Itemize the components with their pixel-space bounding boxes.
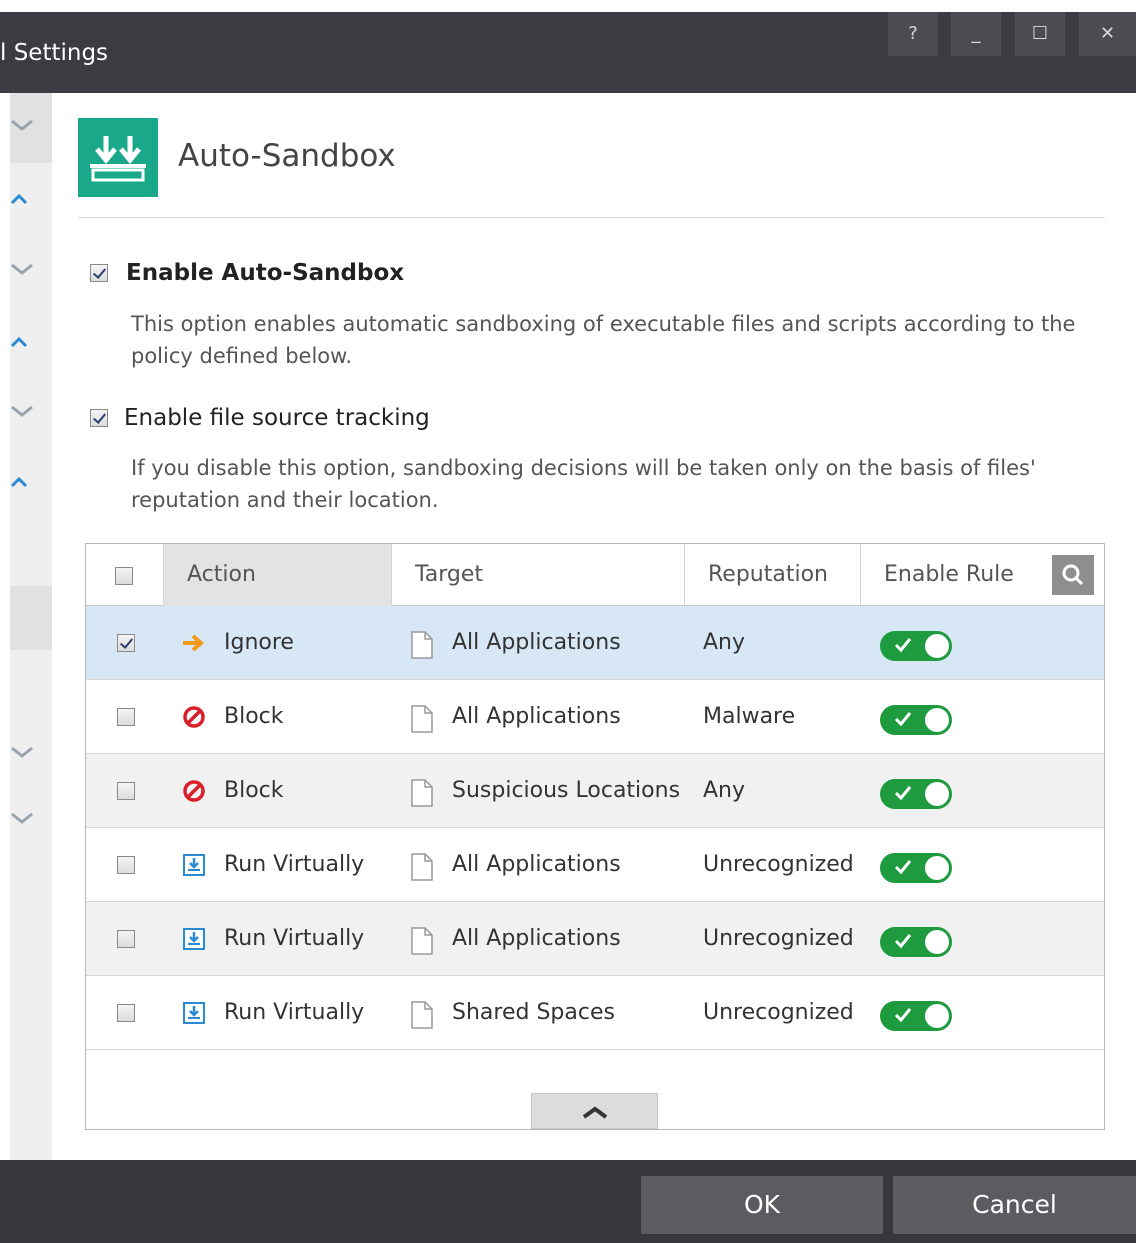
file-icon — [409, 778, 435, 808]
toggle-knob — [925, 930, 949, 954]
checkmark-icon — [893, 709, 913, 729]
chevron-up-icon — [582, 1106, 608, 1119]
run-virtually-icon — [181, 1000, 207, 1026]
row-checkbox[interactable] — [117, 856, 135, 874]
close-button[interactable]: ✕ — [1079, 12, 1136, 56]
enable-auto-sandbox-description: This option enables automatic sandboxing… — [131, 312, 1076, 368]
row-action: Block — [224, 778, 284, 803]
nav-section-active[interactable] — [10, 586, 52, 650]
enable-file-source-tracking-checkbox[interactable] — [90, 409, 108, 427]
row-target: All Applications — [452, 926, 621, 951]
run-virtually-icon — [181, 926, 207, 952]
row-checkbox[interactable] — [117, 634, 135, 652]
column-header-target[interactable]: Target — [392, 544, 685, 606]
file-icon — [409, 704, 435, 734]
row-action: Run Virtually — [224, 852, 365, 877]
chevron-down-icon[interactable] — [10, 113, 52, 143]
table-row[interactable]: Run Virtually Shared Spaces Unrecognized — [86, 976, 1104, 1050]
toggle-knob — [925, 856, 949, 880]
chevron-down-icon[interactable] — [10, 257, 52, 287]
header-divider — [78, 217, 1105, 218]
block-icon — [181, 704, 207, 730]
row-action: Ignore — [224, 630, 294, 655]
row-target: All Applications — [452, 630, 621, 655]
row-target: Suspicious Locations — [452, 778, 681, 803]
chevron-up-icon[interactable] — [10, 470, 52, 500]
enable-auto-sandbox-checkbox[interactable] — [90, 264, 108, 282]
row-checkbox[interactable] — [117, 1004, 135, 1022]
row-reputation: Malware — [703, 704, 796, 729]
enable-file-source-tracking-label[interactable]: Enable file source tracking — [124, 405, 430, 431]
chevron-down-icon[interactable] — [10, 399, 52, 429]
file-icon — [409, 852, 435, 882]
checkmark-icon — [893, 857, 913, 877]
select-all-checkbox[interactable] — [115, 567, 133, 585]
chevron-up-icon[interactable] — [10, 330, 52, 360]
row-reputation: Any — [703, 778, 746, 803]
table-header: Action Target Reputation Enable Rule — [86, 544, 1104, 606]
row-checkbox[interactable] — [117, 708, 135, 726]
chevron-down-icon[interactable] — [10, 806, 52, 836]
row-checkbox[interactable] — [117, 782, 135, 800]
row-action: Block — [224, 704, 284, 729]
search-icon[interactable] — [1052, 555, 1094, 595]
column-header-action[interactable]: Action — [164, 544, 392, 606]
enable-rule-toggle[interactable] — [880, 705, 952, 735]
row-reputation: Unrecognized — [703, 1000, 854, 1025]
sandbox-download-icon — [78, 118, 158, 197]
enable-rule-toggle[interactable] — [880, 1001, 952, 1031]
run-virtually-icon — [181, 852, 207, 878]
chevron-down-icon[interactable] — [10, 740, 52, 770]
row-action: Run Virtually — [224, 926, 365, 951]
file-icon — [409, 926, 435, 956]
cancel-button[interactable]: Cancel — [893, 1176, 1136, 1234]
checkmark-icon — [893, 783, 913, 803]
row-reputation: Unrecognized — [703, 852, 854, 877]
row-action: Run Virtually — [224, 1000, 365, 1025]
chevron-up-icon[interactable] — [10, 187, 52, 217]
checkmark-icon — [893, 635, 913, 655]
title-bar: l Settings ? _ ☐ ✕ — [0, 12, 1136, 93]
arrow-right-icon — [181, 630, 207, 656]
enable-rule-toggle[interactable] — [880, 853, 952, 883]
help-button[interactable]: ? — [888, 12, 938, 56]
row-target: All Applications — [452, 852, 621, 877]
window-title: l Settings — [0, 40, 109, 66]
file-icon — [409, 1000, 435, 1030]
left-nav-strip — [10, 93, 52, 1160]
row-reputation: Unrecognized — [703, 926, 854, 951]
block-icon — [181, 778, 207, 804]
toggle-knob — [925, 782, 949, 806]
table-row[interactable]: Run Virtually All Applications Unrecognize… — [86, 902, 1104, 976]
toggle-knob — [925, 1004, 949, 1028]
toggle-knob — [925, 634, 949, 658]
table-row[interactable]: Block Suspicious Locations Any — [86, 754, 1104, 828]
rules-table: Action Target Reputation Enable Rule Ign… — [85, 543, 1105, 1130]
enable-rule-toggle[interactable] — [880, 927, 952, 957]
enable-file-source-tracking-description: If you disable this option, sandboxing d… — [131, 456, 1036, 512]
table-row[interactable]: Ignore All Applications Any — [86, 606, 1104, 680]
collapse-button[interactable] — [531, 1093, 658, 1129]
dialog-footer: OK Cancel — [0, 1160, 1136, 1243]
row-target: All Applications — [452, 704, 621, 729]
ok-button[interactable]: OK — [641, 1176, 883, 1234]
enable-rule-toggle[interactable] — [880, 631, 952, 661]
checkmark-icon — [893, 1005, 913, 1025]
table-row[interactable]: Block All Applications Malware — [86, 680, 1104, 754]
row-reputation: Any — [703, 630, 746, 655]
page-title: Auto-Sandbox — [178, 138, 396, 174]
row-checkbox[interactable] — [117, 930, 135, 948]
select-all-cell — [86, 544, 164, 606]
enable-rule-toggle[interactable] — [880, 779, 952, 809]
toggle-knob — [925, 708, 949, 732]
maximize-button[interactable]: ☐ — [1015, 12, 1065, 56]
enable-auto-sandbox-label[interactable]: Enable Auto-Sandbox — [126, 260, 404, 286]
column-header-reputation[interactable]: Reputation — [685, 544, 861, 606]
minimize-button[interactable]: _ — [951, 12, 1001, 56]
row-target: Shared Spaces — [452, 1000, 615, 1025]
checkmark-icon — [893, 931, 913, 951]
table-row[interactable]: Run Virtually All Applications Unrecognize… — [86, 828, 1104, 902]
file-icon — [409, 630, 435, 660]
